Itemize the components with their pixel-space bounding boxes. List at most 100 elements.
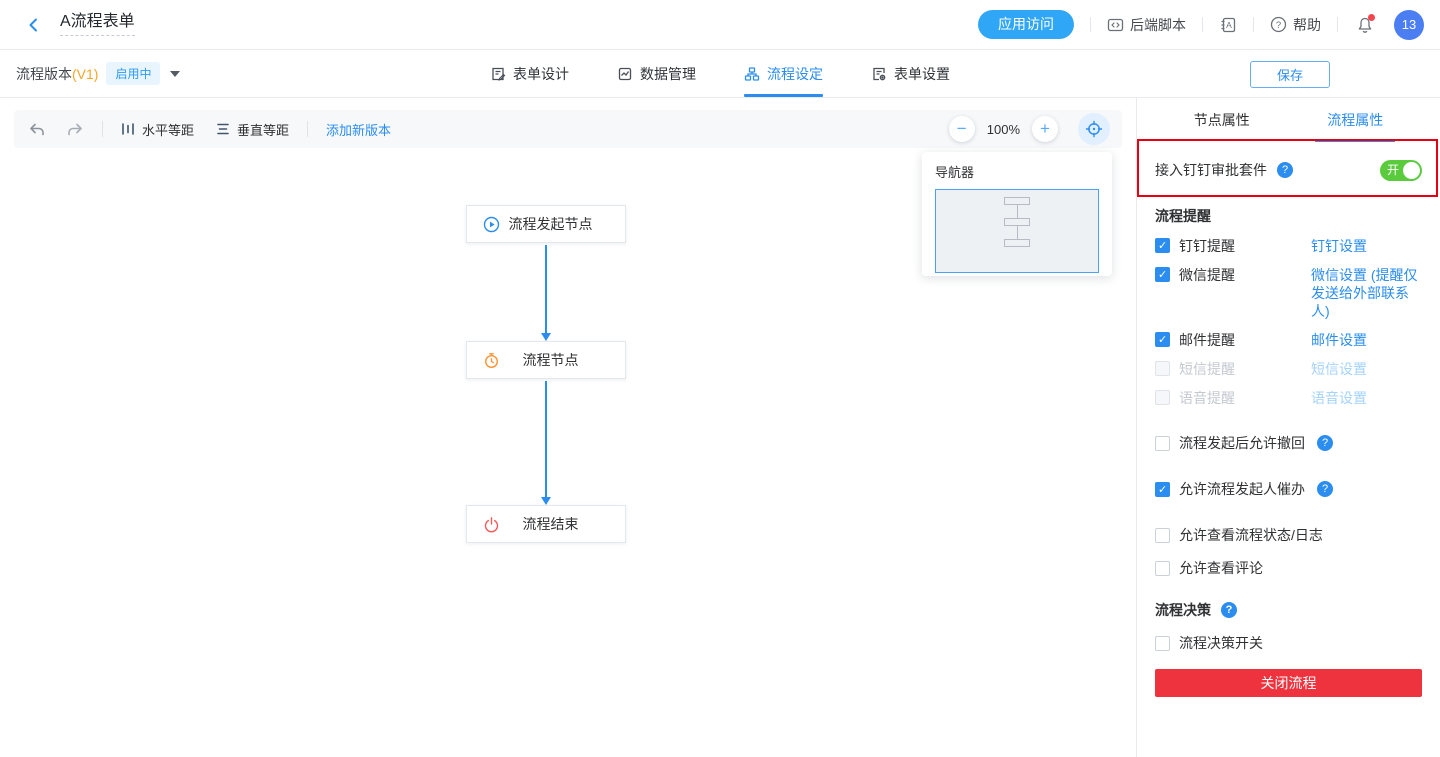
help-button[interactable]: ? 帮助 <box>1270 15 1321 35</box>
topbar-right: 应用访问 后端脚本 A ? 帮助 13 <box>978 9 1424 40</box>
version-number: (V1) <box>72 65 99 82</box>
checkbox-voice-reminder[interactable] <box>1155 390 1170 405</box>
flow-canvas[interactable]: 水平等距 垂直等距 添加新版本 − 100% + 流程发起节点 流程节点 流程结… <box>0 98 1136 757</box>
reminder-label: 语音提醒 <box>1179 390 1235 406</box>
tab-flow-properties[interactable]: 流程属性 <box>1289 98 1423 142</box>
flow-setting-icon <box>744 66 760 81</box>
checkbox-wechat-reminder[interactable] <box>1155 267 1170 282</box>
zoom-in-button[interactable]: + <box>1032 116 1058 142</box>
checkbox-decision-switch[interactable] <box>1155 636 1170 651</box>
undo-icon <box>30 123 44 135</box>
main-tabs: 表单设计 数据管理 流程设定 表单设置 <box>490 50 950 97</box>
tab-label: 表单设置 <box>894 65 950 82</box>
tab-node-properties[interactable]: 节点属性 <box>1155 98 1289 142</box>
topbar-left: A流程表单 <box>24 13 135 36</box>
minimap-node <box>1004 239 1030 247</box>
sms-settings-link[interactable]: 短信设置 <box>1311 360 1422 378</box>
tab-flow-setting[interactable]: 流程设定 <box>744 50 823 97</box>
help-icon[interactable] <box>1317 481 1333 497</box>
reminder-row-dingtalk: 钉钉提醒 钉钉设置 <box>1155 237 1422 255</box>
checkbox-view-status[interactable] <box>1155 528 1170 543</box>
top-bar: A流程表单 应用访问 后端脚本 A ? 帮助 13 <box>0 0 1440 50</box>
zoom-out-button[interactable]: − <box>948 116 975 142</box>
reminder-row-sms: 短信提醒 短信设置 <box>1155 360 1422 378</box>
main-area: 水平等距 垂直等距 添加新版本 − 100% + 流程发起节点 流程节点 流程结… <box>0 98 1440 757</box>
option-row-decision-switch: 流程决策开关 <box>1155 633 1422 653</box>
horizontal-spacing-icon <box>122 123 134 135</box>
minimap-connector <box>1016 226 1018 239</box>
crosshair-icon <box>1085 120 1103 138</box>
redo-button[interactable] <box>67 122 84 137</box>
add-version-button[interactable]: 添加新版本 <box>326 120 391 139</box>
help-icon[interactable] <box>1277 162 1293 178</box>
version-info: 流程版本 (V1) 启用中 <box>16 62 181 85</box>
email-settings-link[interactable]: 邮件设置 <box>1311 331 1422 349</box>
backend-script-label: 后端脚本 <box>1130 16 1186 33</box>
dingtalk-suite-toggle[interactable]: 开 <box>1380 159 1422 181</box>
data-management-icon <box>618 67 632 80</box>
save-button[interactable]: 保存 <box>1250 61 1330 88</box>
reminder-section-title: 流程提醒 <box>1155 208 1211 224</box>
checkbox-sms-reminder[interactable] <box>1155 361 1170 376</box>
address-book-icon: A <box>1221 17 1236 32</box>
flow-node-end[interactable]: 流程结束 <box>466 505 626 543</box>
help-icon[interactable] <box>1317 435 1333 451</box>
option-label: 允许查看流程状态/日志 <box>1179 527 1323 543</box>
panel-tabs: 节点属性 流程属性 <box>1155 98 1422 142</box>
flow-connector-arrow <box>541 381 551 505</box>
app-access-button[interactable]: 应用访问 <box>978 10 1074 39</box>
dingtalk-settings-link[interactable]: 钉钉设置 <box>1311 237 1422 255</box>
checkbox-allow-withdraw[interactable] <box>1155 436 1170 451</box>
reminder-row-voice: 语音提醒 语音设置 <box>1155 389 1422 407</box>
wechat-settings-link[interactable]: 微信设置 (提醒仅发送给外部联系人) <box>1311 266 1422 320</box>
back-button[interactable] <box>24 15 44 35</box>
reminder-label: 短信提醒 <box>1179 361 1235 377</box>
tab-label: 流程设定 <box>767 65 823 82</box>
divider <box>1337 17 1338 32</box>
navigator-minimap[interactable] <box>935 189 1099 273</box>
reminder-label: 邮件提醒 <box>1179 332 1235 348</box>
chevron-left-icon <box>29 18 37 31</box>
tab-form-design[interactable]: 表单设计 <box>490 50 569 97</box>
avatar[interactable]: 13 <box>1394 9 1424 40</box>
flow-node-start[interactable]: 流程发起节点 <box>466 205 626 243</box>
reminder-row-wechat: 微信提醒 微信设置 (提醒仅发送给外部联系人) <box>1155 266 1422 320</box>
close-flow-button[interactable]: 关闭流程 <box>1155 669 1422 697</box>
voice-settings-link[interactable]: 语音设置 <box>1311 389 1422 407</box>
tab-form-settings[interactable]: 表单设置 <box>871 50 950 97</box>
node-label: 流程结束 <box>522 516 579 532</box>
vertical-spacing-label: 垂直等距 <box>237 122 290 138</box>
tab-label: 表单设计 <box>513 65 569 82</box>
zoom-level: 100% <box>986 121 1020 137</box>
tab-data-management[interactable]: 数据管理 <box>617 50 696 97</box>
checkbox-email-reminder[interactable] <box>1155 332 1170 347</box>
minimap-node <box>1004 197 1030 205</box>
checkbox-view-comments[interactable] <box>1155 561 1170 576</box>
notification-bell-button[interactable] <box>1354 13 1376 36</box>
svg-text:?: ? <box>1276 20 1281 31</box>
divider <box>1202 17 1203 32</box>
undo-button[interactable] <box>28 122 45 137</box>
timer-icon <box>483 352 500 369</box>
status-badge: 启用中 <box>106 62 161 85</box>
option-label: 允许流程发起人催办 <box>1179 481 1305 497</box>
zoom-controls: − 100% + <box>948 113 1110 145</box>
address-book-button[interactable]: A <box>1219 16 1237 34</box>
flow-node-process[interactable]: 流程节点 <box>466 341 626 379</box>
locate-button[interactable] <box>1078 113 1110 145</box>
page-title[interactable]: A流程表单 <box>60 13 135 36</box>
divider <box>1090 17 1091 32</box>
dingtalk-suite-row: 接入钉钉审批套件 开 <box>1155 156 1422 184</box>
help-icon[interactable] <box>1221 602 1237 618</box>
flow-connector-arrow <box>541 245 551 341</box>
version-label: 流程版本 <box>16 65 72 82</box>
option-label: 允许查看评论 <box>1179 560 1263 576</box>
version-dropdown-caret[interactable] <box>170 70 181 77</box>
navigator-panel: 导航器 <box>922 152 1112 276</box>
checkbox-allow-urge[interactable] <box>1155 482 1170 497</box>
horizontal-spacing-button[interactable]: 水平等距 <box>121 120 194 139</box>
checkbox-dingtalk-reminder[interactable] <box>1155 238 1170 253</box>
backend-script-button[interactable]: 后端脚本 <box>1107 15 1186 35</box>
option-row-view-status: 允许查看流程状态/日志 <box>1155 525 1422 545</box>
vertical-spacing-button[interactable]: 垂直等距 <box>216 120 289 139</box>
